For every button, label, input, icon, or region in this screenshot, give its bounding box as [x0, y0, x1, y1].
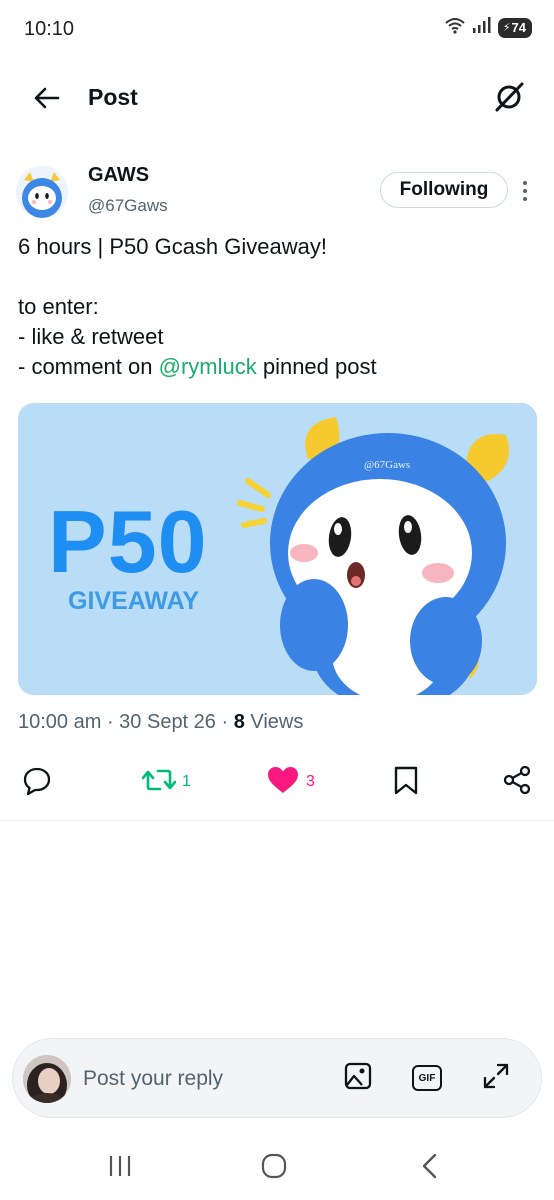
- post-time: 10:00 am: [18, 711, 102, 733]
- battery-level: 74: [511, 20, 526, 35]
- recent-apps-icon: [107, 1154, 133, 1183]
- share-button[interactable]: [502, 760, 532, 804]
- more-dot: [523, 181, 527, 185]
- media-watermark: @67Gaws: [364, 459, 411, 471]
- like-count: 3: [306, 773, 315, 790]
- views-count: 8: [233, 711, 245, 733]
- retweet-button[interactable]: 1: [141, 760, 191, 804]
- grok-icon: [493, 81, 525, 118]
- meta-separator: ·: [221, 711, 234, 733]
- media-subline: GIVEAWAY: [68, 587, 200, 615]
- user-avatar: [23, 1055, 71, 1103]
- divider: [0, 820, 554, 821]
- retweet-count: 1: [182, 773, 191, 790]
- image-icon: [343, 1061, 373, 1096]
- expand-button[interactable]: [479, 1061, 513, 1095]
- post-text-line: - comment on @rymluck pinned post: [18, 352, 538, 382]
- author-name[interactable]: GAWS: [88, 164, 149, 187]
- recent-apps-button[interactable]: [100, 1150, 140, 1186]
- chevron-left-icon: [420, 1153, 440, 1184]
- mention-link[interactable]: @rymluck: [159, 354, 257, 379]
- battery-indicator: ⚡ 74: [497, 17, 532, 38]
- post-date: 30 Sept 26: [119, 711, 216, 733]
- home-button[interactable]: [254, 1150, 294, 1186]
- following-button[interactable]: Following: [380, 172, 508, 208]
- bookmark-button[interactable]: [392, 760, 420, 804]
- reply-button[interactable]: [22, 760, 52, 804]
- bolt-icon: ⚡: [502, 22, 511, 34]
- grok-button[interactable]: [490, 80, 528, 118]
- status-icons: ⚡ 74: [444, 16, 532, 39]
- like-button[interactable]: 3: [266, 760, 315, 804]
- top-bar: Post: [0, 70, 554, 126]
- meta-separator: ·: [106, 711, 120, 733]
- gif-label: GIF: [418, 1072, 436, 1084]
- post-text-blank: [18, 262, 538, 292]
- page-title: Post: [88, 84, 138, 110]
- gif-icon: GIF: [412, 1065, 442, 1091]
- wifi-icon: [444, 16, 466, 39]
- reply-input[interactable]: Post your reply: [83, 1067, 223, 1091]
- more-dot: [523, 189, 527, 193]
- author-avatar[interactable]: [16, 166, 68, 218]
- heart-icon: [266, 765, 300, 800]
- reply-composer[interactable]: Post your reply GIF: [12, 1038, 542, 1118]
- retweet-icon: [141, 765, 177, 800]
- post-text-fragment: pinned post: [256, 354, 377, 379]
- share-icon: [502, 765, 532, 800]
- media-headline: P50: [48, 492, 208, 591]
- comment-icon: [22, 765, 52, 800]
- add-image-button[interactable]: [341, 1061, 375, 1095]
- post-actions: 1 3: [0, 760, 554, 804]
- status-bar: 10:10 ⚡ 74: [0, 0, 554, 58]
- post-text: 6 hours | P50 Gcash Giveaway! to enter: …: [18, 232, 538, 382]
- bookmark-icon: [392, 765, 420, 800]
- home-icon: [260, 1152, 288, 1185]
- system-back-button[interactable]: [410, 1150, 450, 1186]
- post-text-line: - like & retweet: [18, 324, 164, 349]
- post-text-fragment: - comment on: [18, 354, 159, 379]
- more-dot: [523, 197, 527, 201]
- post-text-line: to enter:: [18, 294, 99, 319]
- post-meta: 10:00 am · 30 Sept 26 · 8 Views: [18, 711, 303, 734]
- expand-icon: [481, 1061, 511, 1096]
- post-image[interactable]: P50 GIVEAWAY @67Gaws: [18, 403, 537, 695]
- status-time: 10:10: [24, 18, 75, 40]
- views-label: Views: [244, 711, 304, 733]
- signal-icon: [472, 16, 492, 39]
- author-handle[interactable]: @67Gaws: [88, 196, 168, 216]
- arrow-left-icon: [32, 86, 60, 115]
- post-header: GAWS @67Gaws Following: [0, 160, 554, 226]
- more-vertical-icon[interactable]: [518, 176, 532, 206]
- back-button[interactable]: [28, 82, 64, 118]
- post-text-line: 6 hours | P50 Gcash Giveaway!: [18, 234, 327, 259]
- system-nav-bar: [0, 1140, 554, 1200]
- add-gif-button[interactable]: GIF: [410, 1061, 444, 1095]
